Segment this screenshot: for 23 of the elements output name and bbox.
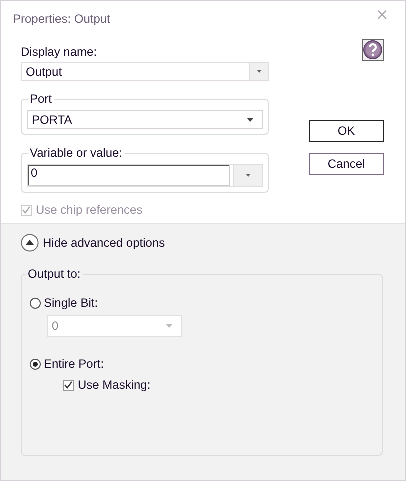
checkbox[interactable] bbox=[63, 380, 74, 390]
radio-label: Entire Port: bbox=[44, 357, 104, 371]
caret-icon bbox=[247, 118, 254, 122]
advanced-toggle[interactable]: Hide advanced options bbox=[21, 230, 166, 256]
output-label: Output to: bbox=[26, 267, 83, 281]
collapse-icon bbox=[21, 234, 39, 252]
caret-icon bbox=[256, 70, 262, 73]
caret-icon bbox=[246, 174, 250, 177]
help-icon[interactable] bbox=[362, 39, 384, 61]
port-dropdown[interactable]: PORTA bbox=[27, 110, 263, 129]
radio-button[interactable] bbox=[30, 358, 41, 370]
dialog-button[interactable]: OK bbox=[309, 120, 384, 142]
dialog-button[interactable]: Cancel bbox=[309, 153, 384, 175]
caret-icon bbox=[166, 324, 173, 328]
variable-label: Variable or value: bbox=[28, 146, 124, 160]
radio-label: Single Bit: bbox=[44, 296, 98, 310]
checkbox-label: Use Masking: bbox=[78, 378, 151, 392]
port-label: Port bbox=[28, 92, 54, 106]
display-name-combo[interactable]: Output bbox=[21, 62, 269, 81]
variable-combo[interactable]: 0 bbox=[27, 164, 263, 187]
display-name-label: Display name: bbox=[21, 45, 98, 59]
window-title: Properties: Output bbox=[13, 12, 110, 26]
checkbox-label: Use chip references bbox=[36, 203, 143, 217]
